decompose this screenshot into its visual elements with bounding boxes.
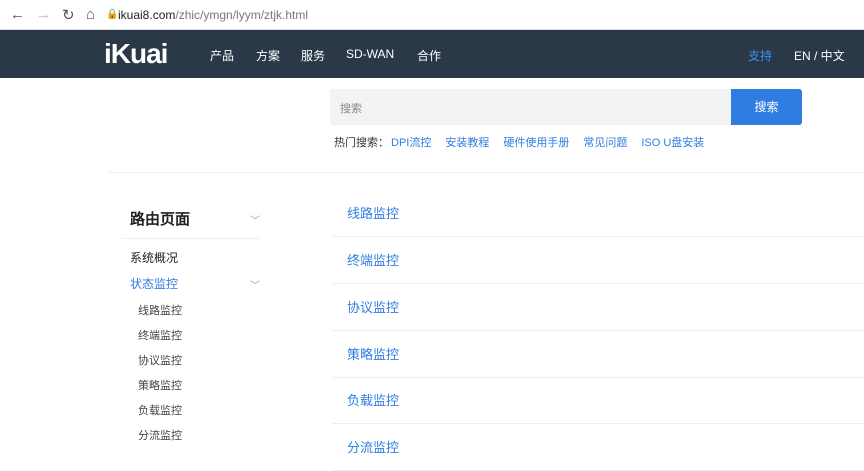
browser-toolbar: ← → ↻ ⌂ 🔒 ikuai8.com/zhic/ymgn/lyym/ztjk… [0,0,864,30]
hot-link[interactable]: ISO U盘安装 [641,137,704,149]
hot-searches: 热门搜索： DPI流控 安装教程 硬件使用手册 常见问题 ISO U盘安装 [334,134,704,150]
divider [108,172,864,173]
sidebar-subitem[interactable]: 负载监控 [138,402,182,418]
sidebar-subitem[interactable]: 线路监控 [138,302,182,318]
list-item-link[interactable]: 线路监控 [347,203,399,222]
url-domain: ikuai8.com [118,8,176,22]
reload-icon[interactable]: ↻ [62,6,75,24]
nav-services[interactable]: 服务 [301,47,325,64]
nav-products[interactable]: 产品 [210,47,234,64]
hot-link[interactable]: 安装教程 [445,137,489,149]
forward-icon[interactable]: → [36,6,51,23]
list-item-link[interactable]: 策略监控 [347,344,399,363]
list-item[interactable]: 协议监控 [332,284,864,331]
chevron-down-icon[interactable]: ﹀ [250,277,260,292]
hot-link[interactable]: 硬件使用手册 [503,137,569,149]
divider [122,238,260,239]
sidebar-item-active[interactable]: 状态监控 [130,275,178,292]
list-item[interactable]: 策略监控 [332,331,864,378]
list-item[interactable]: 线路监控 [332,190,864,237]
address-bar[interactable]: ikuai8.com/zhic/ymgn/lyym/ztjk.html [118,8,308,22]
sidebar-title[interactable]: 路由页面 [130,208,190,229]
sidebar-item[interactable]: 系统概况 [130,249,178,266]
list-item-link[interactable]: 负载监控 [347,390,399,409]
nav-sdwan[interactable]: SD-WAN [346,47,394,61]
list-item[interactable]: 分流监控 [332,424,864,471]
search-input[interactable]: 搜索 [330,89,732,125]
list-item-link[interactable]: 分流监控 [347,437,399,456]
hot-label: 热门搜索： [334,137,389,149]
hot-link[interactable]: 常见问题 [583,137,627,149]
nav-support[interactable]: 支持 [748,47,772,64]
url-path: /zhic/ymgn/lyym/ztjk.html [175,8,309,22]
nav-partners[interactable]: 合作 [417,47,441,64]
logo[interactable]: iKuai [104,38,168,70]
chevron-down-icon[interactable]: ﹀ [250,212,260,227]
sidebar-subitem[interactable]: 终端监控 [138,327,182,343]
list-item-link[interactable]: 终端监控 [347,250,399,269]
search-button[interactable]: 搜索 [731,89,802,125]
list-item-link[interactable]: 协议监控 [347,297,399,316]
sidebar-subitem[interactable]: 分流监控 [138,427,182,443]
home-icon[interactable]: ⌂ [86,6,95,23]
sidebar-subitem[interactable]: 协议监控 [138,352,182,368]
top-nav: iKuai 产品 方案 服务 SD-WAN 合作 支持 EN / 中文 [0,30,864,78]
sidebar-subitem[interactable]: 策略监控 [138,377,182,393]
hot-link[interactable]: DPI流控 [391,137,431,149]
language-switch[interactable]: EN / 中文 [794,47,845,64]
back-icon[interactable]: ← [10,6,25,23]
list-item[interactable]: 终端监控 [332,237,864,284]
lock-icon: 🔒 [106,9,119,20]
nav-solutions[interactable]: 方案 [256,47,280,64]
list-item[interactable]: 负载监控 [332,377,864,424]
